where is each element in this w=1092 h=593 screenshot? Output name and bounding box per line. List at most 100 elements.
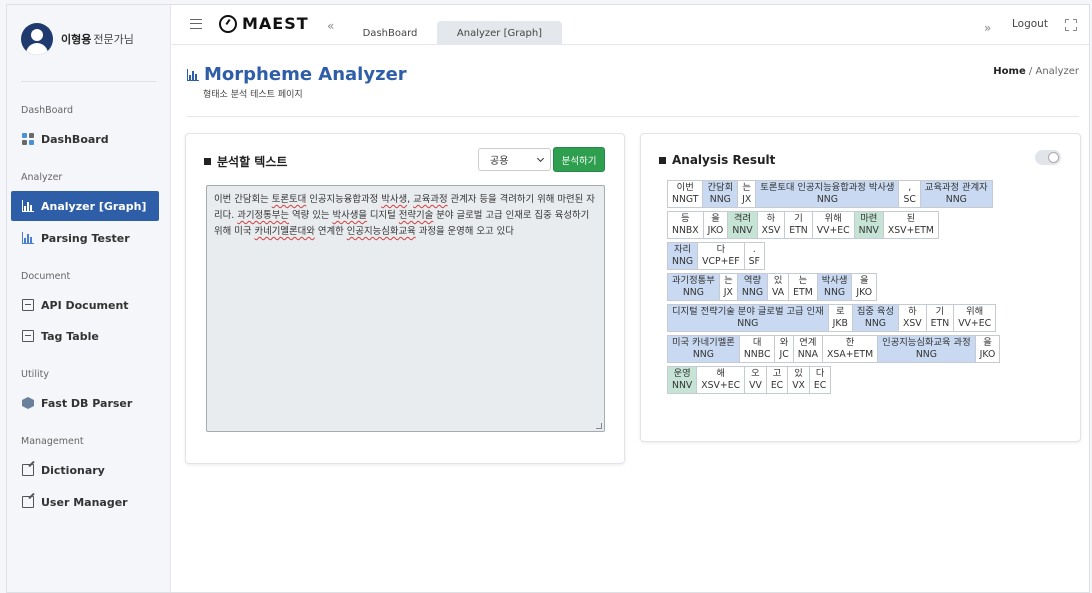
morpheme-token[interactable]: 와 JC [774,335,794,363]
sidebar-item-label: Analyzer [Graph] [41,199,147,213]
morpheme-token[interactable]: 마련 NNV [853,211,884,239]
dictionary-select[interactable]: 공용 [478,148,551,171]
bar-chart-icon [187,68,199,81]
sidebar-section-utility: Utility [21,369,49,380]
morpheme-token[interactable]: 다 VCP+EF [697,242,745,270]
sidebar-item-tag-table[interactable]: Tag Table [11,321,159,351]
logo[interactable]: MAEST [219,14,309,33]
square-bullet-icon [204,158,211,165]
morpheme-token[interactable]: 간담회 NNG [702,180,739,208]
morpheme-form: 연계 [799,337,817,348]
morpheme-token[interactable]: 기 ETN [784,211,813,239]
tab-scroll-left-button[interactable]: « [327,19,334,33]
morpheme-tag: NNG [741,286,764,298]
morpheme-tag: NNG [672,255,694,267]
morpheme-token[interactable]: 연계 NNA [792,335,823,363]
morpheme-token[interactable]: 오 VV [744,366,767,394]
morpheme-token[interactable]: 과기정통부 NNG [667,273,720,301]
input-card-title: 분석할 텍스트 [217,155,288,169]
morpheme-token[interactable]: 위해 VV+EC [953,304,997,332]
user-profile[interactable]: 이형용 전문가님 [21,23,134,55]
sidebar: 이형용 전문가님 DashBoard DashBoard Analyzer Ana… [7,5,171,592]
morpheme-tag: VV+EC [958,317,992,329]
morpheme-token[interactable]: 된 XSV+ETM [882,211,939,239]
morpheme-form: 있 [773,275,783,286]
fullscreen-icon[interactable] [1065,19,1077,31]
morpheme-form: 과기정통부 [672,275,715,286]
app-window: 이형용 전문가님 DashBoard DashBoard Analyzer Ana… [6,4,1090,593]
text-segment: 연계한 [314,226,347,237]
morpheme-token[interactable]: 을 JKO [702,211,729,239]
analyze-button[interactable]: 분석하기 [553,147,605,172]
morpheme-token[interactable]: 있 VA [767,273,790,301]
morpheme-form: 격려 [733,213,751,224]
sidebar-item-dictionary[interactable]: Dictionary [11,455,159,485]
morpheme-token[interactable]: , SC [898,180,921,208]
morpheme-token[interactable]: . SF [743,242,765,270]
dictionary-select-value: 공용 [490,156,509,167]
morpheme-token[interactable]: 토론토대 인공지능융합과정 박사생 NNG [755,180,900,208]
morpheme-tag: NNG [824,286,846,298]
morpheme-form: 을 [983,337,992,348]
topbar: MAEST « DashBoard Analyzer [Graph] » Log… [172,5,1089,45]
sidebar-item-api-document[interactable]: API Document [11,290,159,320]
morpheme-token[interactable]: 기 ETN [925,304,955,332]
morpheme-form: 이번 [676,182,694,193]
morpheme-token[interactable]: 디지털 전략기술 분야 글로벌 고급 인재 NNG [667,304,829,332]
morpheme-token[interactable]: 해 XSV+EC [696,366,746,394]
morpheme-tag: SF [748,255,760,267]
morpheme-token[interactable]: 등 NNBX [667,211,704,239]
morpheme-token[interactable]: 고 EC [765,366,789,394]
sidebar-item-dashboard[interactable]: DashBoard [11,124,159,154]
input-textarea[interactable]: 이번 간담회는 토론토대 인공지능융합과정 박사생, 교육과정 관계자 등을 격… [206,185,605,432]
morpheme-token[interactable]: 격려 NNV [727,211,758,239]
morpheme-token[interactable]: 집중 육성 NNG [851,304,900,332]
morpheme-token[interactable]: 미국 카네기멜론 NNG [667,335,740,363]
input-card: 분석할 텍스트 공용 분석하기 이번 간담회는 토론토대 인공지능융합과정 박사… [185,133,625,464]
morpheme-token[interactable]: 인공지능심화교육 과정 NNG [877,335,976,363]
morpheme-token[interactable]: 다 EC [808,366,832,394]
sidebar-item-fast-db-parser[interactable]: Fast DB Parser [11,388,159,418]
morpheme-form: 해 [716,368,725,379]
morpheme-token[interactable]: 하 XSV [898,304,927,332]
sidebar-item-parsing-tester[interactable]: Parsing Tester [11,223,159,253]
morpheme-tag: JKO [707,224,724,236]
tab-dashboard[interactable]: DashBoard [350,21,430,45]
morpheme-token[interactable]: 이번 NNGT [667,180,704,208]
morpheme-token[interactable]: 을 JKO [851,273,878,301]
morpheme-token[interactable]: 는 JX [718,273,738,301]
morpheme-tag: JX [723,286,733,298]
morpheme-token[interactable]: 로 JKB [827,304,853,332]
morpheme-token[interactable]: 는 JX [737,180,757,208]
sidebar-item-user-manager[interactable]: User Manager [11,487,159,517]
result-view-toggle[interactable] [1035,150,1061,165]
page-title-text: Morpheme Analyzer [204,64,407,85]
morpheme-token[interactable]: 교육과정 관계자 NNG [919,180,993,208]
result-row: 등 NNBX 을 JKO 격려 NNV 하 XSV 기 ETN 위해 VV+EC 마련 NNV 된 XSV+E… [667,211,1067,239]
morpheme-token[interactable]: 박사생 NNG [816,273,853,301]
morpheme-token[interactable]: 역량 NNG [736,273,769,301]
morpheme-token[interactable]: 한 XSA+ETM [821,335,879,363]
resize-handle[interactable] [596,423,602,429]
logout-button[interactable]: Logout [1012,18,1048,30]
header-divider [187,116,1079,117]
menu-icon[interactable] [190,19,202,29]
morpheme-token[interactable]: 는 ETM [788,273,818,301]
sidebar-section-analyzer: Analyzer [21,172,63,183]
flagged-word: 교육과정 [413,194,448,205]
sidebar-item-analyzer-graph[interactable]: Analyzer [Graph] [11,191,159,221]
result-row: 자리 NNG 다 VCP+EF. SF [667,242,1067,270]
sidebar-item-label: Parsing Tester [41,231,130,245]
morpheme-token[interactable]: 대 NNBC [738,335,776,363]
morpheme-token[interactable]: 운영 NNV [667,366,698,394]
morpheme-token[interactable]: 자리 NNG [667,242,699,270]
morpheme-token[interactable]: 하 XSV [756,211,786,239]
morpheme-token[interactable]: 위해 VV+EC [811,211,855,239]
tab-scroll-right-button[interactable]: » [984,21,991,35]
morpheme-form: 을 [711,213,720,224]
breadcrumb-home[interactable]: Home [993,66,1025,77]
morpheme-tag: SC [903,193,916,205]
morpheme-token[interactable]: 있 VX [787,366,810,394]
tab-analyzer-graph[interactable]: Analyzer [Graph] [437,21,562,45]
morpheme-token[interactable]: 을 JKO [974,335,1001,363]
